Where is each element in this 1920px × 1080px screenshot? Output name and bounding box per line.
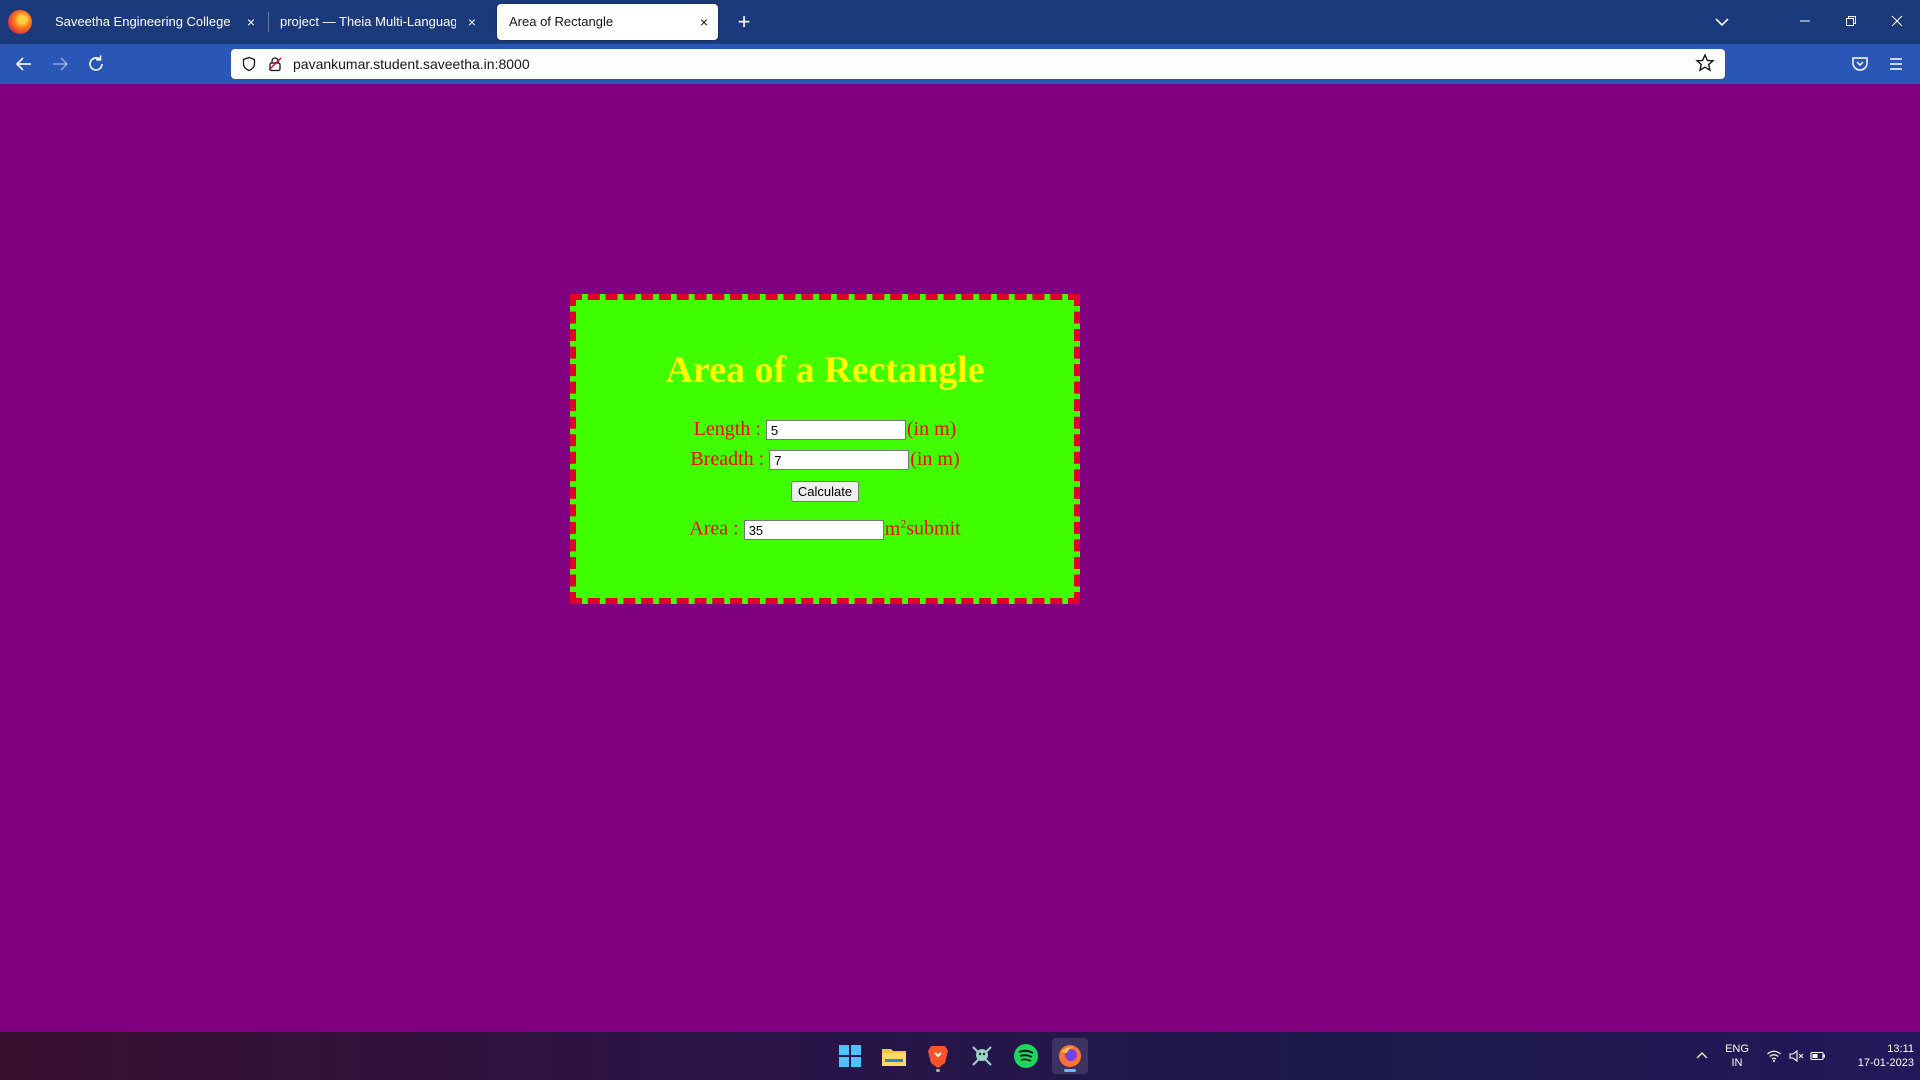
game-app-button[interactable] [964, 1038, 1000, 1074]
area-unit-base: m [884, 517, 901, 540]
area-output-field[interactable] [743, 520, 884, 541]
wifi-icon[interactable] [1766, 1048, 1782, 1064]
calculate-button[interactable]: Calculate [790, 480, 860, 502]
close-icon[interactable]: × [247, 4, 255, 40]
page-content: Area of a Rectangle Length : (in m) Brea… [0, 84, 1920, 1032]
close-icon[interactable]: × [700, 4, 708, 40]
spotify-icon [1014, 1044, 1038, 1068]
forward-arrow-icon[interactable] [46, 50, 74, 78]
length-input[interactable] [765, 420, 906, 441]
battery-icon[interactable] [1810, 1048, 1826, 1064]
navigation-bar: pavankumar.student.saveetha.in:8000 [0, 44, 1920, 84]
close-icon[interactable]: × [468, 4, 476, 40]
new-tab-button[interactable]: + [728, 6, 760, 38]
length-label: Length : [693, 418, 761, 440]
close-window-button[interactable] [1874, 0, 1920, 44]
lock-icon[interactable] [267, 56, 283, 72]
clock-date: 17-01-2023 [1857, 1057, 1914, 1069]
firefox-taskbar-button[interactable] [1052, 1038, 1088, 1074]
length-row: Length : (in m) [576, 414, 1074, 444]
breadth-input[interactable] [769, 450, 910, 471]
active-app-indicator [1064, 1069, 1076, 1072]
tab-strip: Saveetha Engineering College × project —… [0, 0, 1920, 44]
tab-label: project — Theia Multi-Language Ex [280, 14, 456, 29]
game-app-icon [972, 1046, 992, 1066]
running-indicator [936, 1069, 940, 1072]
chevron-up-icon[interactable] [1694, 1048, 1710, 1064]
page-title: Area of a Rectangle [665, 349, 985, 391]
shield-icon[interactable] [241, 56, 257, 72]
taskbar: ENG IN 13:11 17-01-2023 [0, 1032, 1920, 1080]
tab-label: Area of Rectangle [509, 14, 614, 29]
address-bar[interactable]: pavankumar.student.saveetha.in:8000 [231, 49, 1725, 79]
back-arrow-icon[interactable] [10, 50, 38, 78]
breadth-row: Breadth : (in m) [576, 444, 1074, 474]
area-label: Area : [689, 517, 739, 540]
file-explorer-button[interactable] [876, 1038, 912, 1074]
restore-icon [1846, 16, 1856, 26]
language-code: ENG [1725, 1043, 1749, 1055]
file-explorer-icon [882, 1049, 906, 1066]
clock[interactable]: 13:11 17-01-2023 [1834, 1042, 1914, 1070]
reload-icon[interactable] [82, 50, 110, 78]
url-text[interactable]: pavankumar.student.saveetha.in:8000 [293, 49, 530, 79]
brave-browser-button[interactable] [920, 1038, 956, 1074]
start-button[interactable] [832, 1038, 868, 1074]
spotify-button[interactable] [1008, 1038, 1044, 1074]
tab-project-theia[interactable]: project — Theia Multi-Language Ex × [268, 4, 486, 40]
tab-label: Saveetha Engineering College [55, 14, 231, 29]
close-icon [1891, 15, 1903, 27]
bookmark-star-icon[interactable] [1695, 53, 1715, 73]
chevron-down-icon[interactable] [1708, 8, 1736, 36]
speaker-muted-icon[interactable] [1788, 1048, 1804, 1064]
minimize-icon [1800, 20, 1810, 22]
breadth-label: Breadth : [690, 448, 765, 470]
calculator-card: Area of a Rectangle Length : (in m) Brea… [570, 294, 1080, 604]
hamburger-menu-icon[interactable] [1882, 50, 1910, 78]
pocket-icon[interactable] [1846, 50, 1874, 78]
tab-saveetha[interactable]: Saveetha Engineering College × [43, 4, 265, 40]
area-row: Area : m2submit [576, 508, 1074, 541]
breadth-unit: (in m) [910, 448, 960, 470]
restore-button[interactable] [1828, 0, 1874, 44]
language-indicator[interactable]: ENG IN [1720, 1042, 1754, 1070]
firefox-logo-icon [8, 10, 32, 34]
area-unit: m2 [884, 516, 907, 540]
length-unit: (in m) [906, 418, 957, 440]
clock-time: 13:11 [1887, 1043, 1914, 1055]
calculate-row: Calculate [576, 474, 1074, 506]
tab-area-of-rectangle[interactable]: Area of Rectangle × [497, 4, 718, 40]
minimize-button[interactable] [1782, 0, 1828, 44]
area-suffix-text: submit [906, 517, 961, 540]
region-code: IN [1731, 1057, 1743, 1069]
windows-start-icon [839, 1045, 861, 1067]
